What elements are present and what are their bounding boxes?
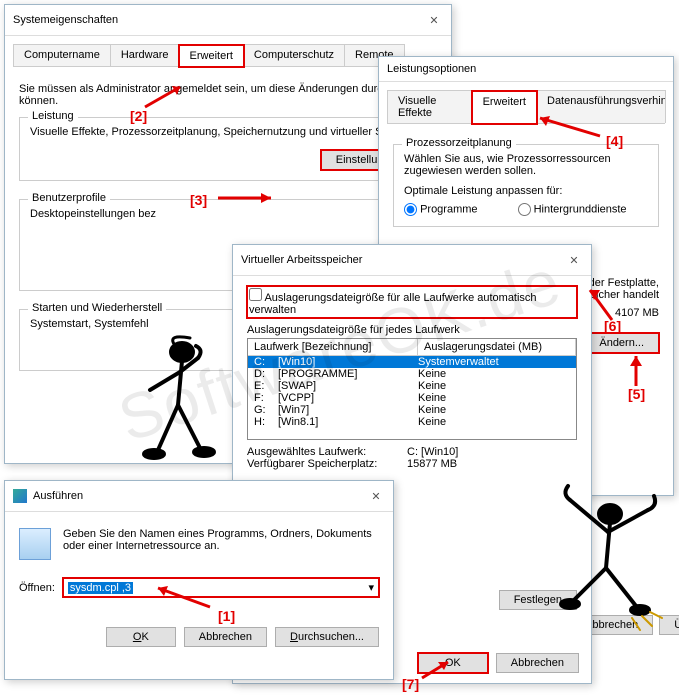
arrow-icon: [216, 188, 286, 208]
list-item[interactable]: E:[SWAP]Keine: [248, 380, 576, 392]
perfopts-titlebar: Leistungsoptionen: [379, 57, 673, 82]
set-button[interactable]: Festlegen: [499, 590, 577, 610]
run-desc: Geben Sie den Namen eines Programms, Ord…: [63, 528, 379, 552]
annotation-6: [6]: [604, 318, 621, 334]
col-pagefile: Auslagerungsdatei (MB): [418, 339, 576, 355]
run-titlebar: Ausführen ✕: [5, 481, 393, 512]
auto-manage-row[interactable]: Auslagerungsdateigröße für alle Laufwerk…: [247, 286, 577, 318]
cancel-button[interactable]: Abbrechen: [496, 653, 579, 673]
performance-desc: Visuelle Effekte, Prozessorzeitplanung, …: [30, 126, 426, 138]
sysprops-title: Systemeigenschaften: [13, 14, 118, 26]
tab-hardware[interactable]: Hardware: [110, 44, 180, 66]
avail-space-value: 15877 MB: [407, 458, 457, 470]
perfopts-title: Leistungsoptionen: [387, 63, 476, 75]
annotation-1: [1]: [218, 608, 235, 624]
browse-button[interactable]: Durchsuchen...: [275, 627, 379, 647]
list-header: Laufwerk [Bezeichnung] Auslagerungsdatei…: [248, 339, 576, 356]
auto-manage-checkbox[interactable]: [249, 288, 262, 301]
arrow-icon: [530, 114, 610, 142]
performance-legend: Leistung: [28, 110, 78, 122]
annotation-5: [5]: [628, 386, 645, 402]
radio-programs[interactable]: [404, 203, 417, 216]
close-icon[interactable]: ✕: [425, 11, 443, 29]
close-icon[interactable]: ✕: [565, 251, 583, 269]
avail-space-label: Verfügbarer Speicherplatz:: [247, 458, 407, 470]
list-item[interactable]: F:[VCPP]Keine: [248, 392, 576, 404]
close-icon[interactable]: ✕: [367, 487, 385, 505]
startup-legend: Starten und Wiederherstell: [28, 302, 166, 314]
run-title: Ausführen: [33, 490, 83, 502]
tab-computername[interactable]: Computername: [13, 44, 111, 66]
scheduler-legend: Prozessorzeitplanung: [402, 137, 516, 149]
open-value: sysdm.cpl ,3: [68, 582, 133, 594]
open-combobox[interactable]: sysdm.cpl ,3 ▾: [63, 578, 379, 597]
list-item[interactable]: G:[Win7]Keine: [248, 404, 576, 416]
arrow-icon: [140, 82, 200, 112]
annotation-2: [2]: [130, 108, 147, 124]
vmem-title: Virtueller Arbeitsspeicher: [241, 254, 362, 266]
tab-erweitert[interactable]: Erweitert: [179, 45, 244, 67]
run-dialog-window: Ausführen ✕ Geben Sie den Namen eines Pr…: [4, 480, 394, 680]
run-app-icon: [19, 528, 51, 560]
list-item[interactable]: D:[PROGRAMME]Keine: [248, 368, 576, 380]
perfopts-tabs: Visuelle Effekte Erweitert Datenausführu…: [387, 90, 665, 124]
tab-visuelle[interactable]: Visuelle Effekte: [387, 90, 473, 123]
performance-group: Leistung Visuelle Effekte, Prozessorzeit…: [19, 117, 437, 181]
profiles-legend: Benutzerprofile: [28, 192, 110, 204]
radio-programs-label[interactable]: Programme: [404, 203, 478, 216]
selected-drive-label: Ausgewähltes Laufwerk:: [247, 446, 407, 458]
vmem-titlebar: Virtueller Arbeitsspeicher ✕: [233, 245, 591, 276]
admin-note: Sie müssen als Administrator angemeldet …: [19, 83, 437, 107]
selected-drive-value: C: [Win10]: [407, 446, 458, 458]
col-drive: Laufwerk [Bezeichnung]: [248, 339, 418, 355]
arrow-icon: [418, 658, 458, 682]
ok-button-run[interactable]: OK: [106, 627, 176, 647]
radio-services-label[interactable]: Hintergrunddienste: [518, 203, 627, 216]
chevron-down-icon[interactable]: ▾: [368, 581, 374, 594]
cancel-button-run[interactable]: Abbrechen: [184, 627, 267, 647]
annotation-4: [4]: [606, 133, 623, 149]
radio-services[interactable]: [518, 203, 531, 216]
annotation-7: [7]: [402, 676, 419, 692]
profiles-desc: Desktopeinstellungen bez: [30, 208, 426, 220]
list-item[interactable]: H:[Win8.1]Keine: [248, 416, 576, 428]
arrow-icon: [616, 350, 656, 390]
list-item[interactable]: C:[Win10]Systemverwaltet: [248, 356, 576, 368]
open-label: Öffnen:: [19, 582, 55, 594]
tab-computerschutz[interactable]: Computerschutz: [243, 44, 345, 66]
optimal-label: Optimale Leistung anpassen für:: [404, 185, 648, 197]
auto-manage-label: Auslagerungsdateigröße für alle Laufwerk…: [249, 292, 537, 316]
annotation-3: [3]: [190, 192, 207, 208]
sysprops-titlebar: Systemeigenschaften ✕: [5, 5, 451, 36]
run-icon: [13, 489, 27, 503]
each-drive-label: Auslagerungsdateigröße für jedes Laufwer…: [247, 324, 577, 336]
scheduler-group: Prozessorzeitplanung Wählen Sie aus, wie…: [393, 144, 659, 227]
apply-button-perf[interactable]: Übern: [659, 615, 679, 635]
tab-erweitert-perf[interactable]: Erweitert: [472, 91, 537, 124]
drive-listbox[interactable]: Laufwerk [Bezeichnung] Auslagerungsdatei…: [247, 338, 577, 440]
scheduler-desc: Wählen Sie aus, wie Prozessorressourcen …: [404, 153, 648, 177]
arrow-icon: [150, 582, 220, 612]
